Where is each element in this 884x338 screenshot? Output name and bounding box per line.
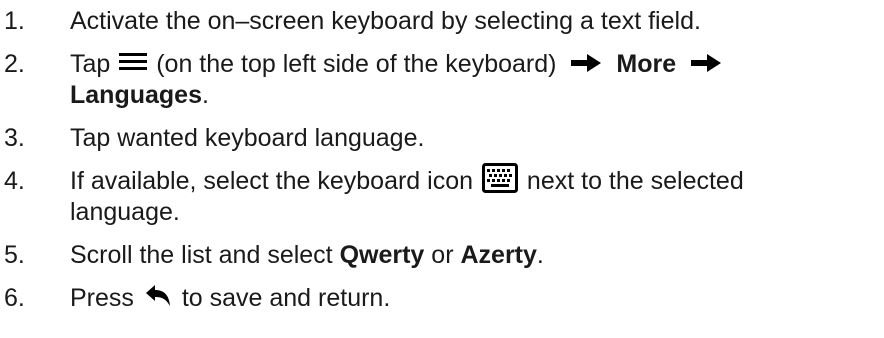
step-number: 2. bbox=[4, 50, 25, 78]
step-3: 3. Tap wanted keyboard language. bbox=[0, 123, 884, 154]
keyboard-icon bbox=[481, 163, 518, 194]
step-4-before: If available, select the keyboard icon bbox=[70, 167, 474, 195]
step-number: 4. bbox=[4, 167, 25, 195]
step-number: 6. bbox=[4, 284, 25, 313]
menu-icon bbox=[119, 51, 148, 73]
step-text: If available, select the keyboard icon n… bbox=[70, 163, 884, 228]
step-5-before: Scroll the list and select bbox=[70, 241, 333, 270]
step-6-press: Press bbox=[70, 284, 134, 313]
step-text: Press to save and return. bbox=[70, 283, 884, 314]
step-number: 1. bbox=[4, 7, 25, 35]
step-number: 3. bbox=[4, 124, 25, 152]
step-5-azerty: Azerty bbox=[460, 241, 537, 270]
step-4: 4. If available, select the keyboard ico… bbox=[0, 163, 884, 228]
right-arrow-icon bbox=[691, 54, 722, 73]
step-1: 1. Activate the on–screen keyboard by se… bbox=[0, 6, 884, 37]
right-arrow-icon bbox=[571, 54, 602, 73]
step-5-period: . bbox=[536, 241, 544, 270]
step-text: Tap (on the top left side of the keyboar… bbox=[70, 49, 884, 111]
step-6-after: to save and return. bbox=[181, 284, 391, 313]
step-3-text: Tap wanted keyboard language. bbox=[70, 124, 425, 152]
step-6: 6. Press to save and return. bbox=[0, 283, 884, 314]
step-2-period: . bbox=[201, 81, 209, 109]
step-2-tap: Tap bbox=[70, 50, 111, 78]
step-text: Scroll the list and select Qwerty or Aze… bbox=[70, 240, 884, 271]
step-2-more: More bbox=[616, 50, 677, 78]
step-1-text: Activate the on–screen keyboard by selec… bbox=[70, 7, 701, 35]
step-2: 2. Tap (on the top left side of the keyb… bbox=[0, 49, 884, 111]
step-2-location: (on the top left side of the keyboard) bbox=[156, 50, 557, 78]
step-text: Activate the on–screen keyboard by selec… bbox=[70, 6, 884, 37]
step-5: 5. Scroll the list and select Qwerty or … bbox=[0, 240, 884, 271]
step-5-or: or bbox=[431, 241, 454, 270]
step-text: Tap wanted keyboard language. bbox=[70, 123, 884, 154]
step-number: 5. bbox=[4, 241, 25, 270]
step-2-languages: Languages bbox=[70, 81, 202, 109]
step-5-qwerty: Qwerty bbox=[339, 241, 425, 270]
instruction-steps: 1. Activate the on–screen keyboard by se… bbox=[0, 0, 884, 338]
back-arrow-icon bbox=[145, 284, 170, 306]
